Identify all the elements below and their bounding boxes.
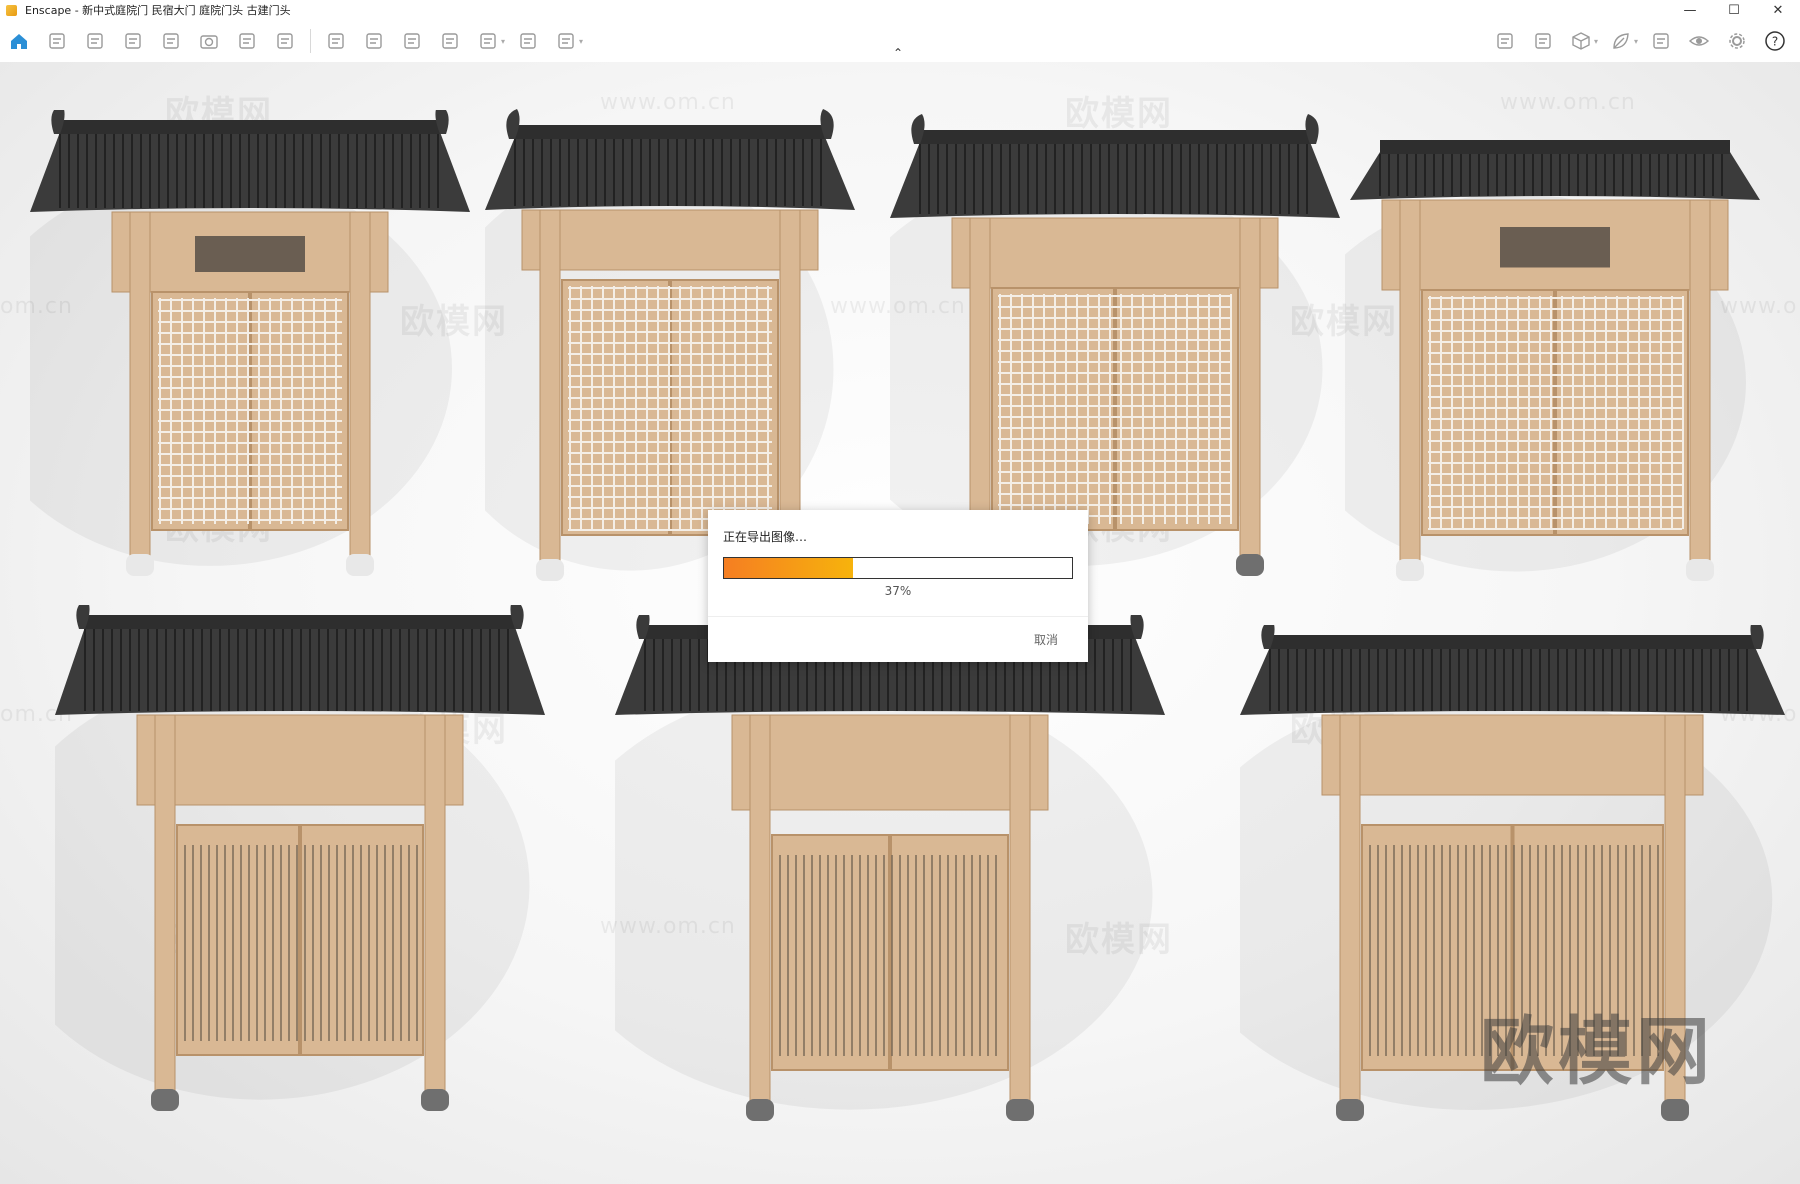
gate-model-1 <box>0 104 470 584</box>
project-icon[interactable] <box>42 26 72 56</box>
upload-icon[interactable] <box>551 26 581 56</box>
title-bar: Enscape - 新中式庭院门 民宿大门 庭院门头 古建门头 — ☐ ✕ <box>0 0 1800 20</box>
window-title: Enscape - 新中式庭院门 民宿大门 庭院门头 古建门头 <box>25 4 291 17</box>
eye-icon[interactable] <box>1684 26 1714 56</box>
camera-icon[interactable] <box>194 26 224 56</box>
toolbar: ▾ ▾ ▾ ▾? ⌃ <box>0 20 1800 62</box>
export-icon[interactable] <box>473 26 503 56</box>
export-video-icon[interactable] <box>513 26 543 56</box>
gate-model-4 <box>1284 135 1765 589</box>
render-image-icon[interactable] <box>232 26 262 56</box>
panorama-icon[interactable] <box>321 26 351 56</box>
visual-settings-icon[interactable] <box>156 26 186 56</box>
dialog-title: 正在导出图像… <box>723 530 808 544</box>
window-controls: — ☐ ✕ <box>1668 0 1800 20</box>
export-progress-dialog: 正在导出图像… 37% 取消 <box>708 510 1088 662</box>
asset-library-icon[interactable] <box>435 26 465 56</box>
gate-model-5 <box>0 599 545 1119</box>
cube-icon[interactable] <box>1566 26 1596 56</box>
watermark-text: www.om.cn <box>1500 90 1636 115</box>
progress-fill <box>724 558 853 578</box>
clipboard-icon[interactable] <box>80 26 110 56</box>
enscape-logo-icon <box>6 4 17 16</box>
gear-icon[interactable] <box>1722 26 1752 56</box>
toolbar-right-group: ▾ ▾? <box>1486 20 1794 62</box>
gate-model-6 <box>547 609 1165 1129</box>
progress-percent: 37% <box>884 584 912 598</box>
close-button[interactable]: ✕ <box>1756 0 1800 20</box>
maximize-button[interactable]: ☐ <box>1712 0 1756 20</box>
home-icon[interactable] <box>4 26 34 56</box>
help-icon[interactable]: ? <box>1760 26 1790 56</box>
collapse-toolbar-chevron-icon[interactable]: ⌃ <box>893 46 903 60</box>
screenshot-icon[interactable] <box>270 26 300 56</box>
cancel-button[interactable]: 取消 <box>1034 631 1058 648</box>
minimize-button[interactable]: — <box>1668 0 1712 20</box>
toolbar-left-group: ▾ ▾ <box>0 20 587 62</box>
toolbar-separator <box>310 29 311 53</box>
vr-icon[interactable] <box>1646 26 1676 56</box>
view-management-icon[interactable] <box>118 26 148 56</box>
leaf-icon[interactable] <box>1606 26 1636 56</box>
dialog-divider <box>708 616 1088 617</box>
watermark-large: 欧模网 <box>1480 1009 1714 1095</box>
export-progress-bar <box>723 557 1073 579</box>
image-icon[interactable] <box>1528 26 1558 56</box>
batch-icon[interactable] <box>359 26 389 56</box>
settings-icon[interactable] <box>397 26 427 56</box>
material-editor-icon[interactable] <box>1490 26 1520 56</box>
svg-text:?: ? <box>1772 35 1778 49</box>
